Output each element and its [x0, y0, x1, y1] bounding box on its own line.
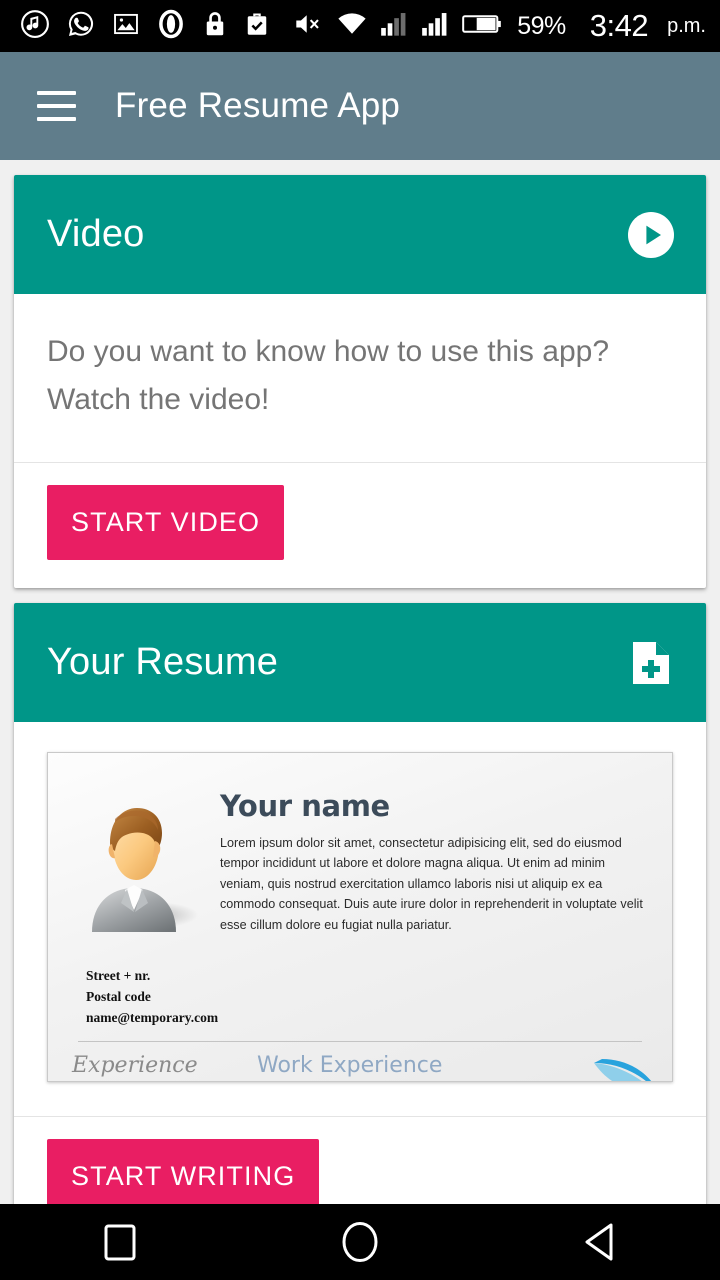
- resume-preview-section-right: Work Experience: [257, 1053, 443, 1078]
- resume-preview-contact: Street + nr. Postal code name@temporary.…: [86, 966, 218, 1029]
- start-writing-button[interactable]: START WRITING: [47, 1139, 320, 1214]
- person-avatar-illustration: [72, 789, 202, 939]
- whatsapp-icon: [66, 9, 96, 44]
- resume-preview-summary: Lorem ipsum dolor sit amet, consectetur …: [220, 836, 643, 932]
- status-bar-right-icons: 59% 3:42 p.m.: [294, 8, 706, 44]
- blue-swoosh-decoration: [592, 1057, 664, 1081]
- clock-ampm: p.m.: [667, 14, 706, 37]
- video-card-title: Video: [47, 213, 145, 255]
- battery-percent-label: 59%: [517, 11, 566, 40]
- back-triangle-icon[interactable]: [540, 1204, 660, 1280]
- resume-preview-thumbnail[interactable]: Your name Lorem ipsum dolor sit amet, co…: [47, 752, 673, 1082]
- resume-preview-main: Your name Lorem ipsum dolor sit amet, co…: [202, 789, 648, 939]
- resume-preview-top: Your name Lorem ipsum dolor sit amet, co…: [48, 753, 672, 939]
- video-card-actions: START VIDEO: [14, 463, 706, 588]
- signal-bars-icon: [421, 11, 449, 42]
- resume-card-header: Your Resume: [14, 603, 706, 722]
- document-add-icon[interactable]: [628, 640, 674, 686]
- wifi-icon: [337, 11, 367, 42]
- battery-icon: [462, 12, 502, 41]
- resume-preview-divider: [78, 1041, 642, 1042]
- resume-preview-name: Your name: [220, 789, 390, 823]
- video-card: Video Do you want to know how to use thi…: [14, 175, 706, 588]
- video-card-description: Do you want to know how to use this app?…: [47, 335, 610, 416]
- phone-screen: 59% 3:42 p.m. Free Resume App Video Do y…: [0, 0, 720, 1280]
- resume-card-spacer: [14, 1082, 706, 1116]
- resume-preview-footer: Experience Work Experience: [48, 1053, 672, 1078]
- recents-square-icon[interactable]: [60, 1204, 180, 1280]
- status-bar-left-icons: [20, 9, 270, 44]
- play-circle-icon[interactable]: [628, 211, 674, 258]
- main-content: Video Do you want to know how to use thi…: [0, 160, 720, 1242]
- video-card-body: Do you want to know how to use this app?…: [14, 294, 706, 462]
- app-bar: Free Resume App: [0, 52, 720, 160]
- gallery-image-icon: [112, 10, 140, 43]
- home-circle-icon[interactable]: [300, 1204, 420, 1280]
- contact-postal-code: Postal code: [86, 988, 151, 1004]
- briefcase-check-icon: [244, 9, 270, 44]
- signal-bars-inactive-icon: [380, 11, 408, 42]
- opera-icon: [156, 9, 186, 44]
- resume-preview-wrapper[interactable]: Your name Lorem ipsum dolor sit amet, co…: [14, 722, 706, 1082]
- start-video-button[interactable]: START VIDEO: [47, 485, 285, 560]
- video-card-header: Video: [14, 175, 706, 294]
- clock-time: 3:42: [589, 8, 649, 43]
- resume-preview-section-left: Experience: [72, 1053, 198, 1078]
- contact-email: name@temporary.com: [86, 1009, 219, 1025]
- resume-card: Your Resume Your name Lorem ipsum dolor …: [14, 603, 706, 1242]
- resume-card-title: Your Resume: [47, 641, 279, 683]
- navigation-bar: [0, 1204, 720, 1280]
- volume-mute-icon: [294, 11, 324, 42]
- music-note-icon: [20, 9, 50, 44]
- contact-street: Street + nr.: [86, 968, 151, 983]
- status-bar: 59% 3:42 p.m.: [0, 0, 720, 52]
- hamburger-menu-icon[interactable]: [37, 91, 76, 121]
- page-title: Free Resume App: [115, 86, 401, 125]
- lock-icon: [202, 9, 228, 44]
